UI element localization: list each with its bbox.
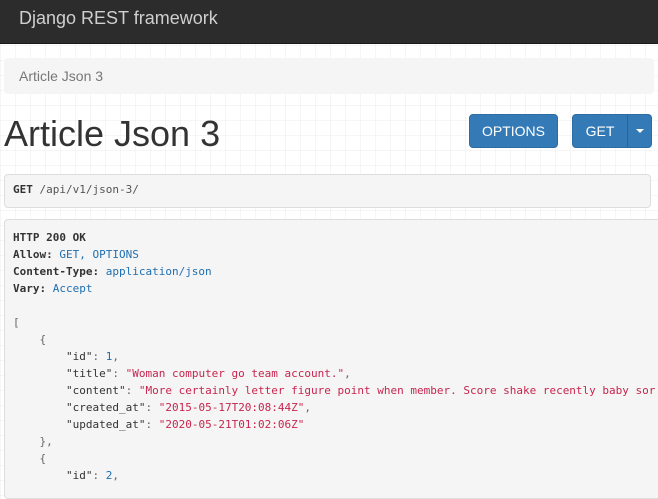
header-key: Allow: (13, 248, 53, 261)
json-key: "updated_at" (65, 418, 146, 431)
request-info: GET /api/v1/json-3/ (4, 174, 651, 208)
json-open-bracket: [ (13, 316, 20, 329)
header-value: application/json (105, 265, 212, 278)
json-key: "content" (65, 384, 126, 397)
json-value: "2020-05-21T01:02:06Z" (158, 418, 305, 431)
response-status: HTTP 200 OK (13, 231, 86, 244)
caret-down-icon (636, 129, 644, 133)
header-value: Accept (52, 282, 93, 295)
json-value: "More certainly letter figure point when… (138, 384, 656, 397)
breadcrumb: Article Json 3 (4, 58, 654, 94)
json-key: "id" (65, 350, 93, 363)
get-format-dropdown-button[interactable] (627, 114, 652, 148)
header-key: Content-Type: (13, 265, 100, 278)
request-url: /api/v1/json-3/ (39, 183, 139, 196)
breadcrumb-item-current: Article Json 3 (19, 68, 104, 84)
brand-logo[interactable]: Django REST framework (19, 8, 218, 29)
navbar: Django REST framework (0, 0, 658, 44)
header-value: GET, OPTIONS (59, 248, 139, 261)
json-key: "title" (65, 367, 113, 380)
json-key: "created_at" (65, 401, 146, 414)
page-title: Article Json 3 (4, 113, 221, 154)
request-method: GET (13, 183, 33, 196)
json-key: "id" (65, 469, 93, 482)
response-body: HTTP 200 OK Allow: GET, OPTIONS Content-Ty… (4, 219, 658, 499)
json-value: "Woman computer go team account." (125, 367, 345, 380)
options-button[interactable]: OPTIONS (469, 114, 558, 148)
get-button[interactable]: GET (572, 114, 628, 148)
json-value: "2015-05-17T20:08:44Z" (158, 401, 305, 414)
header-key: Vary: (13, 282, 47, 295)
